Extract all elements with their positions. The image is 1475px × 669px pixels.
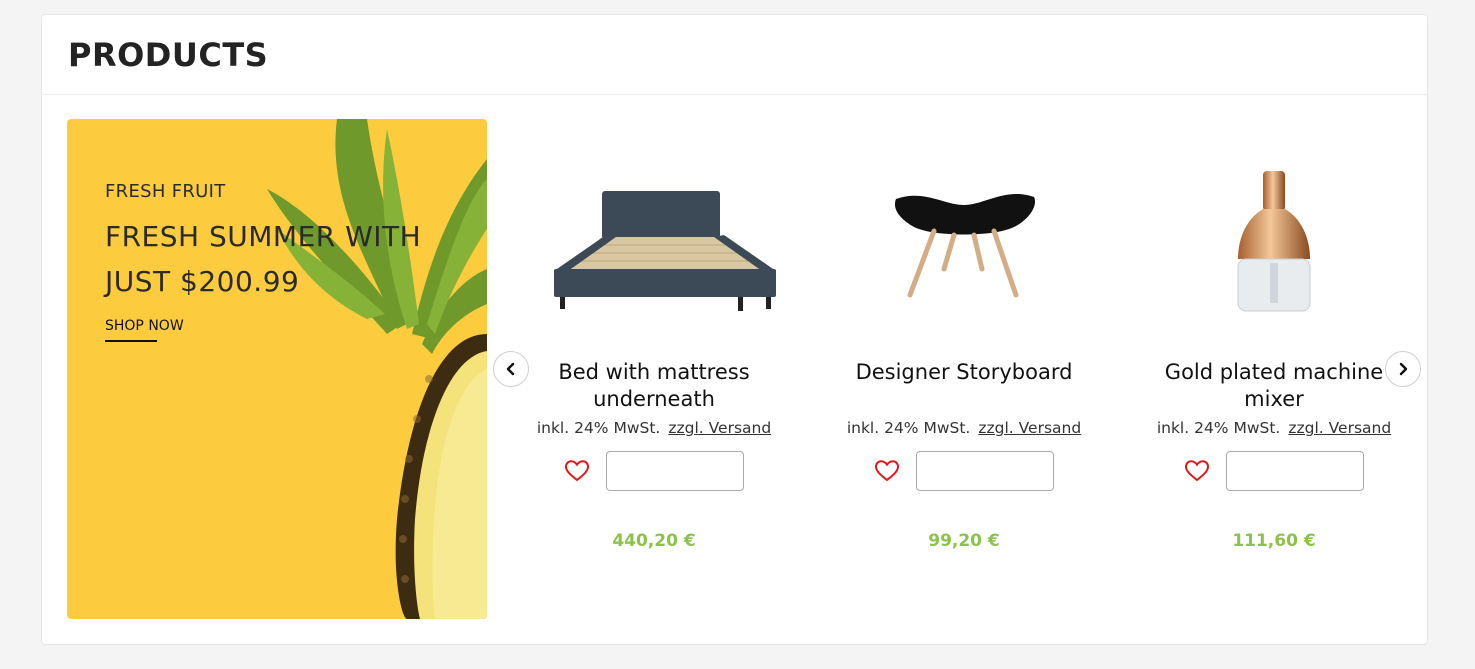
quantity-input[interactable] xyxy=(1226,451,1364,491)
banner-headline-line1: FRESH SUMMER WITH xyxy=(105,220,422,253)
quantity-input[interactable] xyxy=(606,451,744,491)
product-carousel: Bed with mattress underneath inkl. 24% M… xyxy=(512,119,1422,619)
product-image-link[interactable] xyxy=(824,119,1104,339)
tax-info: inkl. 24% MwSt. zzgl. Versand xyxy=(1134,419,1414,437)
product-actions xyxy=(1134,451,1414,491)
heart-icon[interactable] xyxy=(564,459,590,483)
shipping-link[interactable]: zzgl. Versand xyxy=(668,419,771,437)
product-actions xyxy=(824,451,1104,491)
product-name[interactable]: Gold plated machine mixer xyxy=(1134,359,1414,413)
footstool-image xyxy=(894,193,1036,298)
carousel-prev-button[interactable] xyxy=(493,351,529,387)
product-name[interactable]: Bed with mattress underneath xyxy=(514,359,794,413)
banner-text: FRESH FRUIT FRESH SUMMER WITH JUST $200.… xyxy=(105,181,435,342)
product-image-link[interactable] xyxy=(514,119,794,339)
promo-banner[interactable]: FRESH FRUIT FRESH SUMMER WITH JUST $200.… xyxy=(67,119,487,619)
banner-headline-line2: JUST $200.99 xyxy=(105,265,300,298)
bed-image xyxy=(554,191,776,311)
product-actions xyxy=(514,451,794,491)
tax-text: inkl. 24% MwSt. xyxy=(1156,419,1281,437)
panel-header: PRODUCTS xyxy=(42,15,1427,95)
tax-text: inkl. 24% MwSt. xyxy=(846,419,971,437)
heart-icon[interactable] xyxy=(874,459,900,483)
tax-info: inkl. 24% MwSt. zzgl. Versand xyxy=(824,419,1104,437)
tax-info: inkl. 24% MwSt. zzgl. Versand xyxy=(514,419,794,437)
tax-text: inkl. 24% MwSt. xyxy=(536,419,661,437)
bottle-image xyxy=(1237,171,1311,312)
product-price: 440,20 € xyxy=(612,531,696,551)
chevron-right-icon xyxy=(1399,362,1408,376)
section-title: PRODUCTS xyxy=(68,35,269,74)
product-card: Designer Storyboard inkl. 24% MwSt. zzgl.… xyxy=(824,119,1104,619)
product-card: Bed with mattress underneath inkl. 24% M… xyxy=(514,119,794,619)
product-image-link[interactable] xyxy=(1134,119,1414,339)
quantity-input[interactable] xyxy=(916,451,1054,491)
banner-headline: FRESH SUMMER WITH JUST $200.99 xyxy=(105,214,435,304)
shipping-link[interactable]: zzgl. Versand xyxy=(978,419,1081,437)
product-price: 111,60 € xyxy=(1232,531,1316,551)
chevron-left-icon xyxy=(506,362,515,376)
carousel-next-button[interactable] xyxy=(1385,351,1421,387)
products-panel: PRODUCTS FRESH FRUIT FRESH SUMMER WITH J… xyxy=(41,14,1428,645)
product-name[interactable]: Designer Storyboard xyxy=(824,359,1104,413)
banner-kicker: FRESH FRUIT xyxy=(105,181,226,202)
product-card: Gold plated machine mixer inkl. 24% MwSt… xyxy=(1134,119,1414,619)
product-price: 99,20 € xyxy=(928,531,1000,551)
shop-now-link[interactable]: SHOP NOW xyxy=(105,318,184,342)
shipping-link[interactable]: zzgl. Versand xyxy=(1288,419,1391,437)
heart-icon[interactable] xyxy=(1184,459,1210,483)
